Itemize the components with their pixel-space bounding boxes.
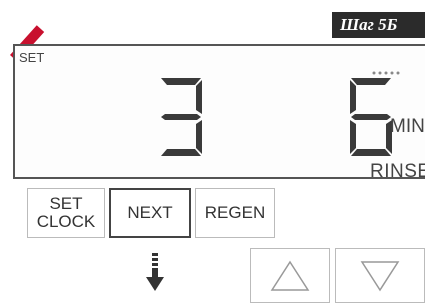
set-indicator: SET: [19, 50, 45, 65]
unit-label: MIN: [390, 116, 425, 137]
up-button[interactable]: [250, 248, 330, 303]
set-clock-button[interactable]: SET CLOCK: [27, 188, 105, 238]
arrow-down-icon: [146, 253, 164, 291]
lcd-display: SET 3 6 MIN RINSE: [13, 44, 425, 182]
regen-button[interactable]: REGEN: [195, 188, 275, 238]
set-clock-label-line1: SET: [49, 194, 83, 213]
digit-three: 3: [155, 76, 207, 158]
down-button[interactable]: [335, 248, 425, 303]
step-banner: Шаг 5Б: [332, 12, 425, 38]
mode-label: RINSE: [370, 161, 425, 182]
triangle-down-icon: [360, 260, 400, 291]
set-clock-label-line2: CLOCK: [36, 212, 96, 231]
next-button[interactable]: NEXT: [109, 188, 191, 238]
triangle-up-icon: [270, 260, 310, 291]
